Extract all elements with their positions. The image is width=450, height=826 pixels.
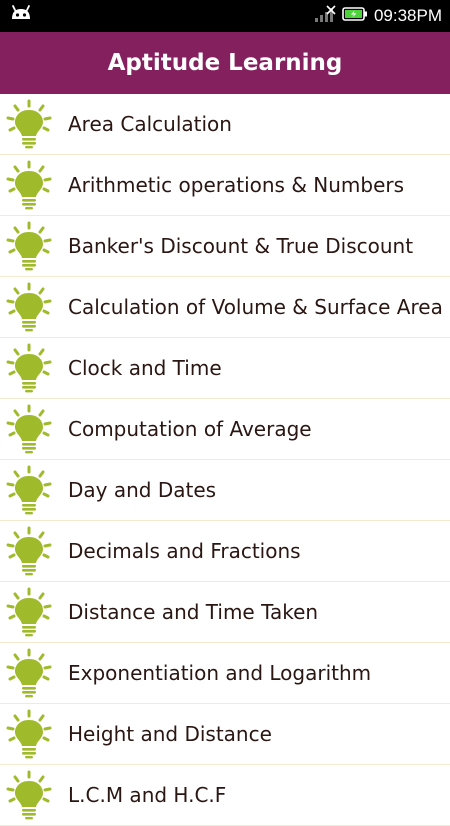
- lightbulb-icon: [4, 526, 54, 576]
- list-item-label: Computation of Average: [68, 417, 312, 441]
- list-item[interactable]: Arithmetic operations & Numbers: [0, 155, 450, 216]
- app-bar: Aptitude Learning: [0, 32, 450, 94]
- list-item[interactable]: Day and Dates: [0, 460, 450, 521]
- list-item[interactable]: Clock and Time: [0, 338, 450, 399]
- list-item[interactable]: Area Calculation: [0, 94, 450, 155]
- list-item[interactable]: Banker's Discount & True Discount: [0, 216, 450, 277]
- lightbulb-icon: [4, 221, 54, 271]
- lightbulb-icon: [4, 587, 54, 637]
- lightbulb-icon: [4, 648, 54, 698]
- list-item-label: Arithmetic operations & Numbers: [68, 173, 405, 197]
- list-item-label: Day and Dates: [68, 478, 217, 502]
- lightbulb-icon: [4, 282, 54, 332]
- lightbulb-icon: [4, 404, 54, 454]
- list-item-label: Exponentiation and Logarithm: [68, 661, 372, 685]
- lightbulb-icon: [4, 709, 54, 759]
- list-item[interactable]: Computation of Average: [0, 399, 450, 460]
- list-item[interactable]: Decimals and Fractions: [0, 521, 450, 582]
- lightbulb-icon: [4, 770, 54, 820]
- list-item[interactable]: Calculation of Volume & Surface Area: [0, 277, 450, 338]
- list-item-label: Distance and Time Taken: [68, 600, 319, 624]
- lightbulb-icon: [4, 465, 54, 515]
- list-item-label: Calculation of Volume & Surface Area: [68, 295, 443, 319]
- list-item-label: Clock and Time: [68, 356, 222, 380]
- list-item[interactable]: Distance and Time Taken: [0, 582, 450, 643]
- status-bar: 09:38PM: [0, 0, 450, 32]
- clock-time: 09:38PM: [373, 6, 442, 25]
- list-item-label: Banker's Discount & True Discount: [68, 234, 414, 258]
- list-item-label: L.C.M and H.C.F: [68, 783, 227, 807]
- lightbulb-icon: [4, 343, 54, 393]
- topic-list: Area Calculation Arithmetic operations &…: [0, 94, 450, 826]
- list-item-label: Height and Distance: [68, 722, 272, 746]
- list-item-label: Decimals and Fractions: [68, 539, 301, 563]
- page-title: Aptitude Learning: [107, 50, 343, 76]
- list-item[interactable]: L.C.M and H.C.F: [0, 765, 450, 826]
- android-icon: [10, 5, 32, 25]
- list-item-label: Area Calculation: [68, 112, 232, 136]
- signal-icon: [314, 5, 336, 27]
- list-item[interactable]: Exponentiation and Logarithm: [0, 643, 450, 704]
- lightbulb-icon: [4, 99, 54, 149]
- list-item[interactable]: Height and Distance: [0, 704, 450, 765]
- battery-charging-icon: [342, 6, 368, 26]
- lightbulb-icon: [4, 160, 54, 210]
